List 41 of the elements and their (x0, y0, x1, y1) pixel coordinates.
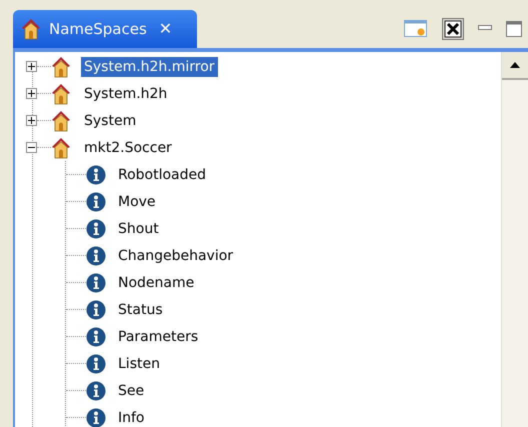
info-icon (86, 300, 106, 320)
scroll-up-button[interactable] (502, 52, 528, 80)
tree-item[interactable]: mkt2.Soccer (81, 138, 175, 158)
info-icon (86, 192, 106, 212)
expander-icon[interactable] (26, 61, 37, 72)
tree-item[interactable]: System.h2h.mirror (81, 56, 218, 76)
tree-item[interactable]: Info (115, 408, 148, 427)
tree-item[interactable]: Nodename (115, 272, 198, 292)
tree-item[interactable]: Robotloaded (115, 164, 210, 184)
namespaces-tab[interactable]: NameSpaces ✕ (13, 10, 197, 48)
tree-item[interactable]: Status (115, 300, 166, 320)
house-icon (51, 136, 71, 158)
close-tab-button[interactable]: ✕ (158, 21, 172, 37)
house-icon (21, 18, 41, 40)
tree-item[interactable]: Parameters (115, 326, 202, 346)
tree-item[interactable]: Changebehavior (115, 246, 236, 266)
tree-item[interactable]: Shout (115, 218, 162, 238)
info-icon (86, 354, 106, 374)
info-icon (86, 380, 106, 400)
house-icon (51, 110, 71, 132)
close-icon[interactable] (442, 18, 464, 40)
tree-item[interactable]: Listen (115, 354, 163, 374)
tree-item[interactable]: System.h2h (81, 84, 170, 104)
info-icon (86, 326, 106, 346)
tree-item[interactable]: Move (115, 192, 159, 212)
house-icon (51, 56, 71, 78)
tree-item[interactable]: System (81, 110, 140, 130)
info-icon (86, 218, 106, 238)
expander-icon[interactable] (26, 142, 37, 153)
tab-title: NameSpaces (49, 20, 147, 38)
up-arrow-icon (510, 62, 520, 68)
info-icon (86, 164, 106, 184)
info-icon (86, 272, 106, 292)
scrollbar[interactable] (501, 52, 528, 427)
maximize-icon[interactable] (506, 21, 522, 37)
expander-icon[interactable] (26, 88, 37, 99)
tree-item[interactable]: See (115, 380, 148, 400)
house-icon (51, 82, 71, 104)
minimize-icon[interactable] (478, 25, 492, 33)
info-icon (86, 246, 106, 266)
expander-icon[interactable] (26, 115, 37, 126)
